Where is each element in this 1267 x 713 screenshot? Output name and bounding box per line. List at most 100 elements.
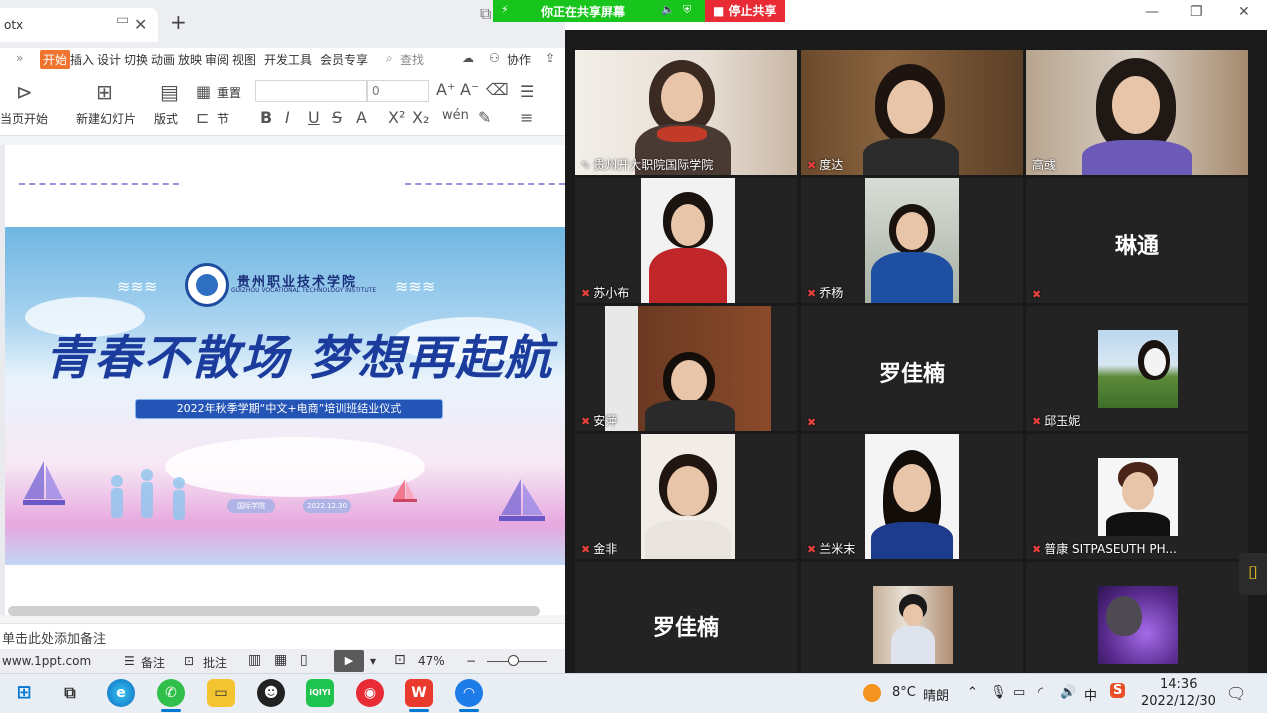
menu-developer[interactable]: 开发工具 bbox=[264, 51, 312, 68]
slideshow-play-button[interactable]: ▶ bbox=[334, 650, 364, 672]
menu-view[interactable]: 视图 bbox=[232, 51, 256, 68]
notes-button[interactable]: 备注 bbox=[141, 654, 165, 671]
file-explorer-icon[interactable]: ▭ bbox=[207, 679, 235, 707]
participant-tile[interactable] bbox=[1026, 562, 1248, 673]
subscript-icon[interactable]: X₂ bbox=[412, 108, 429, 127]
slide[interactable]: ≋≋≋ ≋≋≋ 贵州职业技术学院 GUIZHOU VOCATIONAL TECH… bbox=[5, 227, 565, 565]
participant-tile[interactable]: ✖ 度达 bbox=[801, 50, 1023, 175]
align-icon[interactable]: ≡ bbox=[520, 108, 533, 127]
weather-sun-icon[interactable] bbox=[863, 684, 881, 702]
section-icon[interactable]: ⊏ bbox=[196, 108, 209, 127]
italic-icon[interactable]: I bbox=[285, 108, 290, 127]
participant-tile[interactable]: ✖ 苏小布 bbox=[575, 178, 797, 303]
fit-window-icon[interactable]: ⊡ bbox=[394, 652, 406, 668]
font-size-select[interactable]: 0 bbox=[367, 80, 429, 102]
microphone-icon[interactable]: 🎙 bbox=[990, 685, 1007, 700]
menu-animation[interactable]: 动画 bbox=[151, 51, 175, 68]
notification-icon[interactable]: 🗨 bbox=[1226, 684, 1246, 703]
search-label[interactable]: 查找 bbox=[400, 51, 424, 68]
participant-tile[interactable]: 罗佳楠 bbox=[575, 562, 797, 673]
netease-music-icon[interactable]: ◉ bbox=[356, 679, 384, 707]
volume-icon[interactable]: 🔊 bbox=[1060, 685, 1076, 700]
horizontal-scrollbar[interactable] bbox=[8, 606, 540, 616]
window-icon[interactable]: ▭ bbox=[116, 12, 129, 28]
shrink-font-icon[interactable]: A⁻ bbox=[460, 80, 479, 99]
participant-tile[interactable]: ✖ 邱玉妮 bbox=[1026, 306, 1248, 431]
play-options-icon[interactable]: ▾ bbox=[370, 654, 376, 668]
menu-review[interactable]: 审阅 bbox=[205, 51, 229, 68]
menu-insert[interactable]: 插入 bbox=[70, 51, 94, 68]
reading-view-icon[interactable]: ▯ bbox=[300, 652, 308, 668]
participant-tile[interactable] bbox=[801, 562, 1023, 673]
weather-temp[interactable]: 8°C bbox=[892, 685, 916, 700]
tray-expand-icon[interactable]: ⌃ bbox=[967, 685, 978, 700]
notes-pane[interactable]: 单击此处添加备注 bbox=[0, 623, 565, 649]
participant-tile[interactable]: ✖ 安萍 bbox=[575, 306, 797, 431]
bold-icon[interactable]: B bbox=[260, 108, 272, 127]
menu-transition[interactable]: 切换 bbox=[124, 51, 148, 68]
font-color-icon[interactable]: A bbox=[356, 108, 367, 127]
comment-icon[interactable]: ⊡ bbox=[184, 654, 194, 668]
zoom-out-icon[interactable]: − bbox=[466, 654, 476, 668]
cloud-icon[interactable]: ☁ bbox=[462, 51, 474, 65]
weather-text[interactable]: 晴朗 bbox=[923, 685, 949, 704]
collab-button[interactable]: 协作 bbox=[507, 51, 531, 68]
menu-design[interactable]: 设计 bbox=[97, 51, 121, 68]
section-button[interactable]: 节 bbox=[217, 110, 229, 127]
wps-icon[interactable]: W bbox=[405, 679, 433, 707]
share-icon[interactable]: ⇪ bbox=[545, 51, 555, 65]
layout-icon[interactable]: ⧉ bbox=[480, 4, 491, 24]
participant-tile[interactable]: 琳通 ✖ bbox=[1026, 178, 1248, 303]
wechat-icon[interactable]: ✆ bbox=[157, 679, 185, 707]
participant-tile[interactable]: ✖ 兰米末 bbox=[801, 434, 1023, 559]
participant-tile[interactable]: ✎ 贵州开大职院国际学院 bbox=[575, 50, 797, 175]
reset-icon[interactable]: ▦ bbox=[196, 82, 211, 101]
underline-icon[interactable]: U bbox=[308, 108, 320, 127]
edge-browser-icon[interactable]: e bbox=[107, 679, 135, 707]
new-tab-button[interactable]: + bbox=[170, 12, 187, 32]
highlight-icon[interactable]: ✎ bbox=[478, 108, 491, 127]
comment-button[interactable]: 批注 bbox=[203, 654, 227, 671]
ime-indicator[interactable]: 中 bbox=[1084, 685, 1097, 704]
pinyin-icon[interactable]: wén bbox=[442, 108, 469, 123]
layout-button[interactable]: 版式 bbox=[154, 110, 178, 127]
search-icon[interactable]: ⌕ bbox=[386, 51, 393, 66]
stop-share-button[interactable]: ■ 停止共享 bbox=[705, 0, 785, 22]
close-tab-icon[interactable]: ✕ bbox=[134, 15, 147, 34]
expand-menu-icon[interactable]: » bbox=[16, 51, 23, 65]
strikethrough-icon[interactable]: S bbox=[332, 108, 342, 127]
participant-tile[interactable]: 高彧 bbox=[1026, 50, 1248, 175]
normal-view-icon[interactable]: ▥ bbox=[248, 652, 261, 668]
new-slide-icon[interactable]: ⊞ bbox=[96, 80, 113, 104]
mouse-icon[interactable]: ⌷ bbox=[1239, 553, 1267, 595]
menu-slideshow[interactable]: 放映 bbox=[178, 51, 202, 68]
participant-tile[interactable]: ✖ 普康 SITPASEUTH PH... bbox=[1026, 434, 1248, 559]
task-view-icon[interactable]: ⧉ bbox=[56, 679, 84, 707]
clock-time[interactable]: 14:36 bbox=[1160, 677, 1197, 692]
close-window-icon[interactable]: ✕ bbox=[1238, 4, 1250, 20]
document-tab[interactable]: otx ✕ bbox=[0, 8, 158, 42]
menu-start[interactable]: 开始 bbox=[40, 50, 71, 69]
menu-member[interactable]: 会员专享 bbox=[320, 51, 368, 68]
reset-button[interactable]: 重置 bbox=[217, 84, 241, 101]
font-name-select[interactable] bbox=[255, 80, 367, 102]
clear-format-icon[interactable]: ⌫ bbox=[486, 80, 509, 99]
meeting-app-icon[interactable]: ◠ bbox=[455, 679, 483, 707]
restore-icon[interactable]: ❐ bbox=[1190, 4, 1203, 20]
sogou-ime-icon[interactable]: S bbox=[1110, 683, 1126, 698]
participant-tile[interactable]: ✖ 金非 bbox=[575, 434, 797, 559]
wifi-icon[interactable]: ◜ bbox=[1038, 685, 1043, 700]
participant-tile[interactable]: ✖ 乔杨 bbox=[801, 178, 1023, 303]
zoom-slider-knob[interactable] bbox=[508, 655, 519, 666]
minimize-icon[interactable]: — bbox=[1145, 4, 1159, 20]
zoom-level[interactable]: 47% bbox=[418, 654, 445, 668]
play-from-current-icon[interactable]: ⊳ bbox=[16, 80, 33, 104]
iqiyi-icon[interactable]: iQIYI bbox=[306, 679, 334, 707]
superscript-icon[interactable]: X² bbox=[388, 108, 405, 127]
from-current-button[interactable]: 当页开始 bbox=[0, 110, 48, 127]
speaker-icon[interactable]: 🔈 bbox=[661, 3, 675, 16]
battery-icon[interactable]: ▭ bbox=[1013, 685, 1025, 700]
notes-icon[interactable]: ☰ bbox=[124, 654, 135, 668]
windows-start-icon[interactable]: ⊞ bbox=[10, 679, 38, 707]
participant-tile[interactable]: 罗佳楠 ✖ bbox=[801, 306, 1023, 431]
